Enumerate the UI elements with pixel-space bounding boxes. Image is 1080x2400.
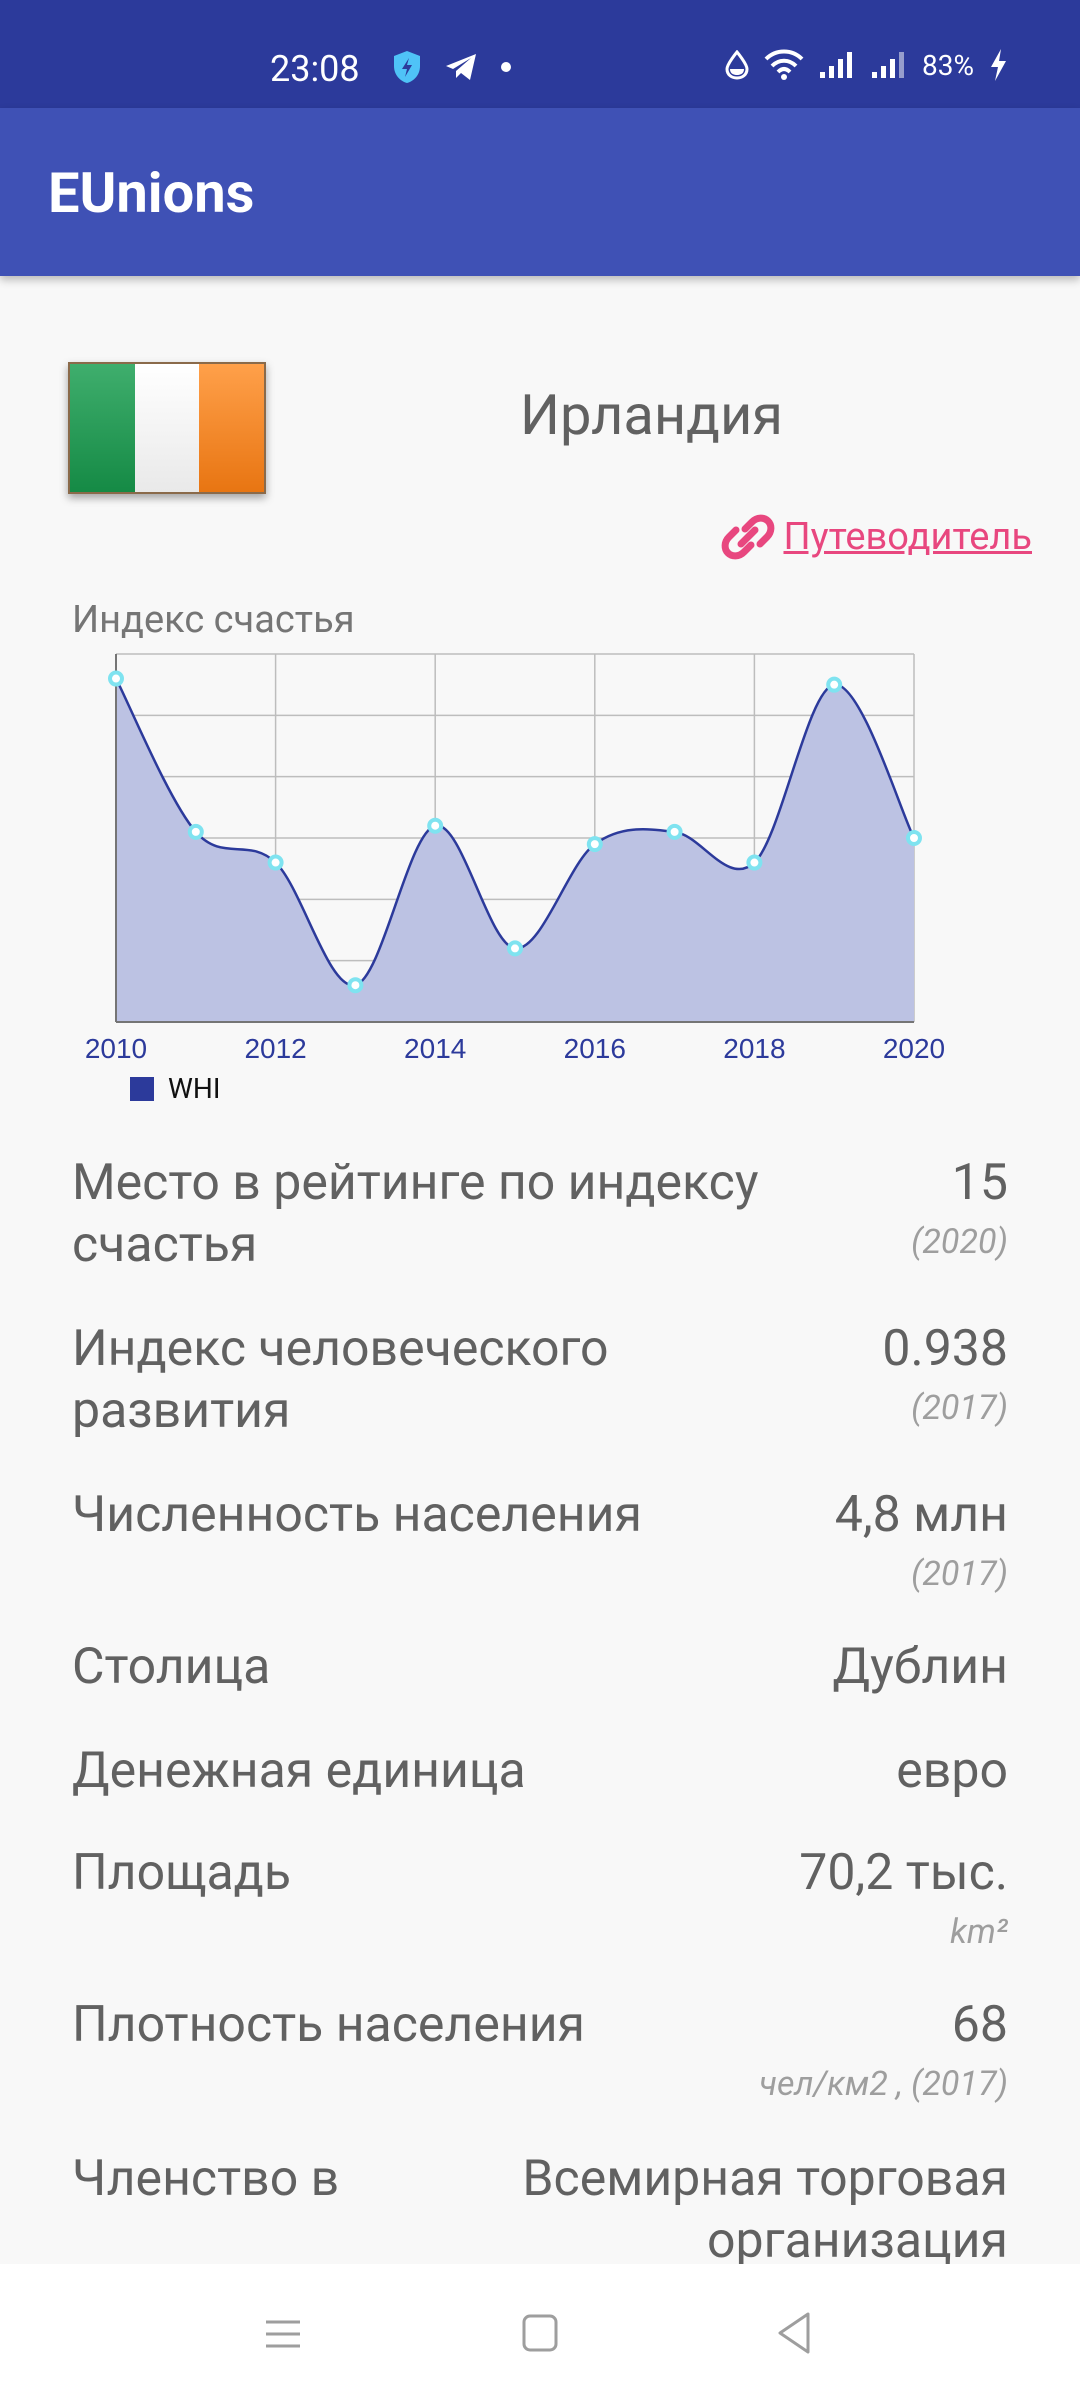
fact-label: Членство в bbox=[72, 2150, 340, 2208]
fact-value: 70,2 тыс. bbox=[799, 1844, 1008, 1902]
status-time: 23:08 bbox=[270, 48, 360, 90]
shield-icon bbox=[394, 51, 420, 83]
telegram-icon bbox=[446, 54, 476, 80]
status-bar: 23:08 83% bbox=[0, 0, 1080, 108]
chart-x-tick-label: 2018 bbox=[723, 1033, 785, 1064]
fact-label: Плотность населения bbox=[72, 1996, 585, 2054]
chart-data-point bbox=[507, 940, 523, 957]
chart-data-point bbox=[347, 977, 364, 994]
dot-icon bbox=[501, 62, 511, 72]
fact-label: Денежная единица bbox=[72, 1742, 526, 1800]
fact-subtext: (2017) bbox=[911, 1554, 1008, 1594]
app-bar: EUnions bbox=[0, 108, 1080, 276]
link-icon bbox=[722, 514, 775, 560]
fact-row: Столица Дублин bbox=[72, 1636, 1008, 1698]
guide-link-label: Путеводитель bbox=[783, 515, 1032, 559]
fact-subtext: km² bbox=[950, 1912, 1008, 1952]
country-name: Ирландия bbox=[520, 382, 783, 448]
status-notification-icons bbox=[392, 50, 512, 84]
fact-value: 15 bbox=[951, 1154, 1008, 1212]
status-system-icons: 83% bbox=[724, 48, 1008, 82]
legend-label: WHI bbox=[168, 1072, 221, 1105]
chart-x-tick-label: 2020 bbox=[883, 1033, 945, 1064]
chart-legend: WHI bbox=[130, 1072, 220, 1105]
chart-data-point bbox=[666, 823, 683, 840]
fact-row: Денежная единица евро bbox=[72, 1740, 1008, 1802]
navigation-bar bbox=[0, 2264, 1080, 2400]
chart-data-point bbox=[906, 830, 922, 846]
chart-data-point bbox=[746, 854, 763, 871]
data-saver-icon bbox=[725, 50, 749, 80]
wifi-icon bbox=[764, 49, 804, 80]
battery-percent: 83% bbox=[922, 48, 974, 82]
fact-value: Всемирная торговая организация bbox=[522, 2150, 1008, 2264]
fact-label: Столица bbox=[72, 1638, 271, 1696]
chart-data-point bbox=[187, 823, 204, 840]
chart-data-point bbox=[586, 836, 603, 853]
fact-value: 68 bbox=[951, 1996, 1008, 2054]
signal-icon-1 bbox=[820, 52, 853, 78]
content-area: 23:08 83% EUnions Ирландия Путеводитель … bbox=[0, 0, 1080, 2264]
fact-row: Площадь 70,2 тыс. km² bbox=[72, 1842, 1008, 1952]
chart-data-point bbox=[826, 676, 843, 693]
signal-icon-2 bbox=[872, 52, 905, 78]
home-icon[interactable] bbox=[521, 2304, 559, 2362]
chart-data-point bbox=[427, 817, 444, 834]
app-title: EUnions bbox=[48, 160, 255, 226]
chart-x-tick-label: 2016 bbox=[564, 1033, 626, 1064]
fact-label: Площадь bbox=[72, 1844, 291, 1902]
recent-apps-icon[interactable] bbox=[262, 2304, 304, 2362]
chart-x-tick-label: 2010 bbox=[85, 1033, 147, 1064]
fact-row: Членство в Всемирная торговая организация bbox=[72, 2148, 1008, 2264]
country-flag bbox=[68, 362, 266, 494]
chart-data-point bbox=[267, 854, 284, 871]
legend-swatch bbox=[130, 1076, 154, 1101]
fact-subtext: чел/км2 , (2017) bbox=[759, 2064, 1008, 2104]
chart-x-tick-label: 2012 bbox=[244, 1033, 306, 1064]
fact-subtext: (2017) bbox=[911, 1388, 1008, 1428]
fact-value: Дублин bbox=[832, 1638, 1008, 1696]
fact-value: евро bbox=[896, 1742, 1008, 1800]
happiness-chart: 2010 2012 2014 2016 2018 2020 bbox=[85, 653, 945, 1064]
battery-charging-icon bbox=[991, 49, 1006, 81]
back-icon[interactable] bbox=[774, 2304, 814, 2362]
guide-link[interactable]: Путеводитель bbox=[719, 508, 1032, 566]
fact-row: Место в рейтинге по индексу счастья 15 (20… bbox=[72, 1152, 1008, 1276]
chart-x-tick-label: 2014 bbox=[404, 1033, 466, 1064]
fact-subtext: (2020) bbox=[911, 1222, 1008, 1262]
fact-value: 4,8 млн bbox=[834, 1486, 1008, 1544]
fact-value: 0.938 bbox=[882, 1320, 1008, 1378]
fact-label: Численность населения bbox=[72, 1486, 642, 1544]
fact-row: Плотность населения 68 чел/км2 , (2017) bbox=[72, 1994, 1008, 2104]
fact-row: Численность населения 4,8 млн (2017) bbox=[72, 1484, 1008, 1594]
fact-row: Индекс человеческого развития 0.938 (2017) bbox=[72, 1318, 1008, 1442]
chart-data-point bbox=[108, 670, 124, 687]
